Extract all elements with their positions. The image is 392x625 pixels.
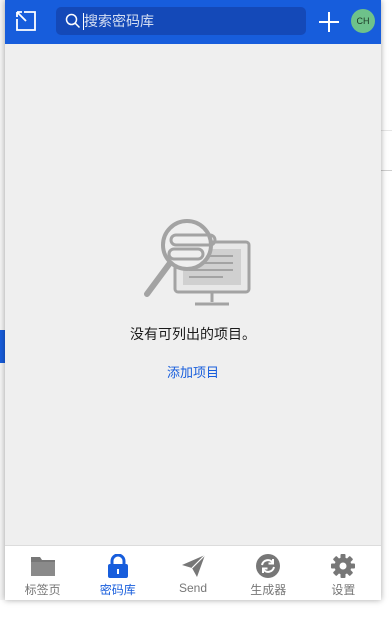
tab-settings[interactable]: 设置 <box>306 546 381 600</box>
tab-vault[interactable]: 密码库 <box>80 546 155 600</box>
tab-label: 标签页 <box>24 583 61 597</box>
send-icon <box>182 554 206 577</box>
empty-vault-illustration <box>144 219 251 306</box>
plus-icon <box>319 12 339 32</box>
bottom-tab-bar: 标签页 密码库 Send 生成器 设置 <box>5 545 381 600</box>
tab-label: Send <box>178 581 208 595</box>
account-avatar[interactable]: CH <box>351 9 375 33</box>
search-box[interactable] <box>56 7 306 35</box>
popout-icon <box>16 11 36 31</box>
tab-label: 生成器 <box>250 583 287 597</box>
tab-label: 设置 <box>331 583 356 597</box>
search-icon <box>65 13 81 29</box>
popout-button[interactable] <box>14 9 38 33</box>
background-divider <box>381 170 392 171</box>
add-item-button[interactable] <box>318 11 340 33</box>
generator-icon <box>256 554 281 578</box>
gear-icon <box>331 554 356 578</box>
lock-icon <box>107 554 128 578</box>
tab-tab[interactable]: 标签页 <box>5 546 80 600</box>
background-divider <box>381 130 392 131</box>
empty-state-message: 没有可列出的项目。 <box>130 326 256 342</box>
search-input[interactable] <box>84 7 299 35</box>
tab-label: 密码库 <box>99 583 136 597</box>
extension-popup: CH 没有可列出的项目。 添加项目 标签页 <box>5 0 381 600</box>
header-bar: CH <box>5 0 381 44</box>
folder-icon <box>30 557 55 576</box>
tab-send[interactable]: Send <box>155 546 230 600</box>
add-item-link[interactable]: 添加项目 <box>5 362 381 381</box>
tab-generator[interactable]: 生成器 <box>231 546 306 600</box>
